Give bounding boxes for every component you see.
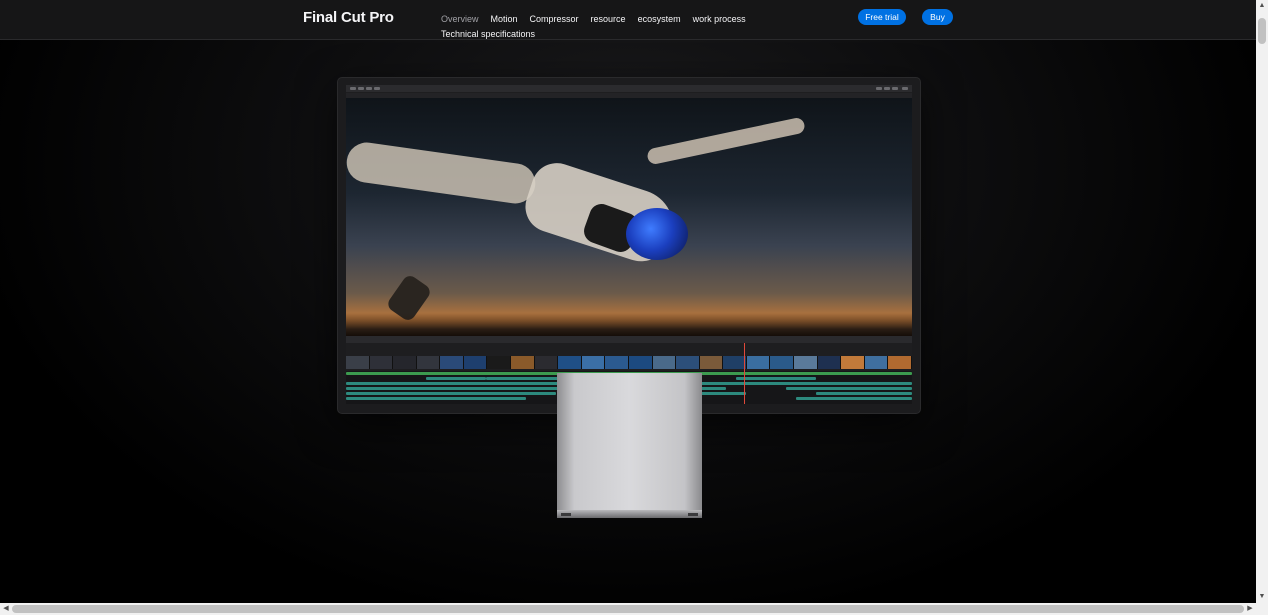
filmstrip (346, 356, 912, 369)
nav-link-overview[interactable]: Overview (441, 12, 479, 27)
nav-link-ecosystem[interactable]: ecosystem (638, 12, 681, 27)
left-arrow-icon[interactable]: ◀ (0, 603, 12, 615)
app-toolbar (346, 85, 912, 92)
horizontal-scroll-thumb[interactable] (12, 605, 1244, 613)
right-arrow-icon[interactable]: ▶ (1244, 603, 1256, 615)
nav-link-work-process[interactable]: work process (693, 12, 746, 27)
video-viewer (346, 98, 912, 336)
monitor-stand (557, 373, 702, 510)
down-arrow-icon[interactable]: ▼ (1256, 591, 1268, 603)
nav-link-motion[interactable]: Motion (491, 12, 518, 27)
nav-link-resource[interactable]: resource (591, 12, 626, 27)
vertical-scrollbar[interactable] (1256, 0, 1268, 603)
monitor-stand-base (557, 510, 702, 518)
buy-button[interactable]: Buy (922, 9, 953, 25)
up-arrow-icon[interactable]: ▲ (1256, 0, 1268, 12)
free-trial-button[interactable]: Free trial (858, 9, 906, 25)
hero-monitor-image (338, 78, 920, 413)
hero-section (0, 40, 1256, 603)
vertical-scroll-thumb[interactable] (1258, 18, 1266, 44)
app-screen (346, 85, 912, 404)
nav-link-compressor[interactable]: Compressor (530, 12, 579, 27)
timeline-toolbar (346, 336, 912, 343)
brand-title[interactable]: Final Cut Pro (303, 9, 394, 26)
global-nav: Final Cut Pro Overview Motion Compressor re… (0, 0, 1256, 40)
timeline-playhead[interactable] (744, 343, 745, 404)
nav-links: Overview Motion Compressor resource ecosyste… (441, 12, 771, 42)
